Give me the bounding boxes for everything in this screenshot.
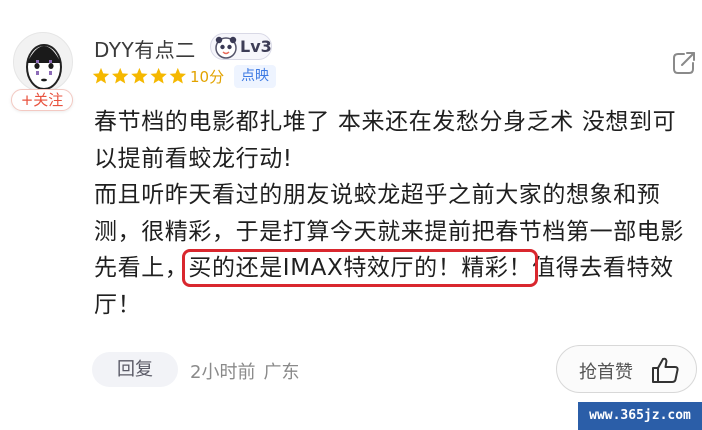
star-rating — [92, 67, 186, 84]
like-label: 抢首赞 — [579, 362, 633, 383]
reply-button[interactable]: 回复 — [92, 352, 178, 387]
post-location: 广东 — [263, 362, 300, 383]
like-button[interactable]: 抢首赞 — [556, 345, 697, 393]
level-text: Lv3 — [240, 37, 272, 56]
star-icon — [169, 67, 186, 84]
level-mascot-icon — [215, 36, 237, 59]
follow-button[interactable]: +关注 — [11, 89, 73, 111]
comment-line-1: 春节档的电影都扎堆了 本来还在发愁分身乏术 没想到可以提前看蛟龙行动! — [94, 109, 677, 172]
screening-tag: 点映 — [234, 65, 276, 88]
star-icon — [150, 67, 167, 84]
rating-score: 10分 — [190, 68, 225, 86]
comment-text: 春节档的电影都扎堆了 本来还在发愁分身乏术 没想到可以提前看蛟龙行动! 而且听昨… — [94, 104, 699, 324]
share-icon[interactable] — [671, 50, 697, 76]
comment-meta: 2小时前 广东 — [190, 358, 299, 384]
avatar-mask-image — [26, 44, 62, 90]
level-badge: Lv3 — [210, 33, 272, 60]
avatar[interactable] — [13, 32, 73, 92]
watermark: www.365jz.com — [578, 402, 702, 430]
post-time: 2小时前 — [190, 362, 256, 383]
highlighted-text: 买的还是IMAX特效厅的！精彩！ — [182, 249, 539, 288]
star-icon — [131, 67, 148, 84]
star-icon — [92, 67, 110, 84]
thumbs-up-icon — [652, 357, 679, 383]
star-icon — [112, 67, 129, 84]
username[interactable]: DYY有点二 — [94, 34, 196, 63]
